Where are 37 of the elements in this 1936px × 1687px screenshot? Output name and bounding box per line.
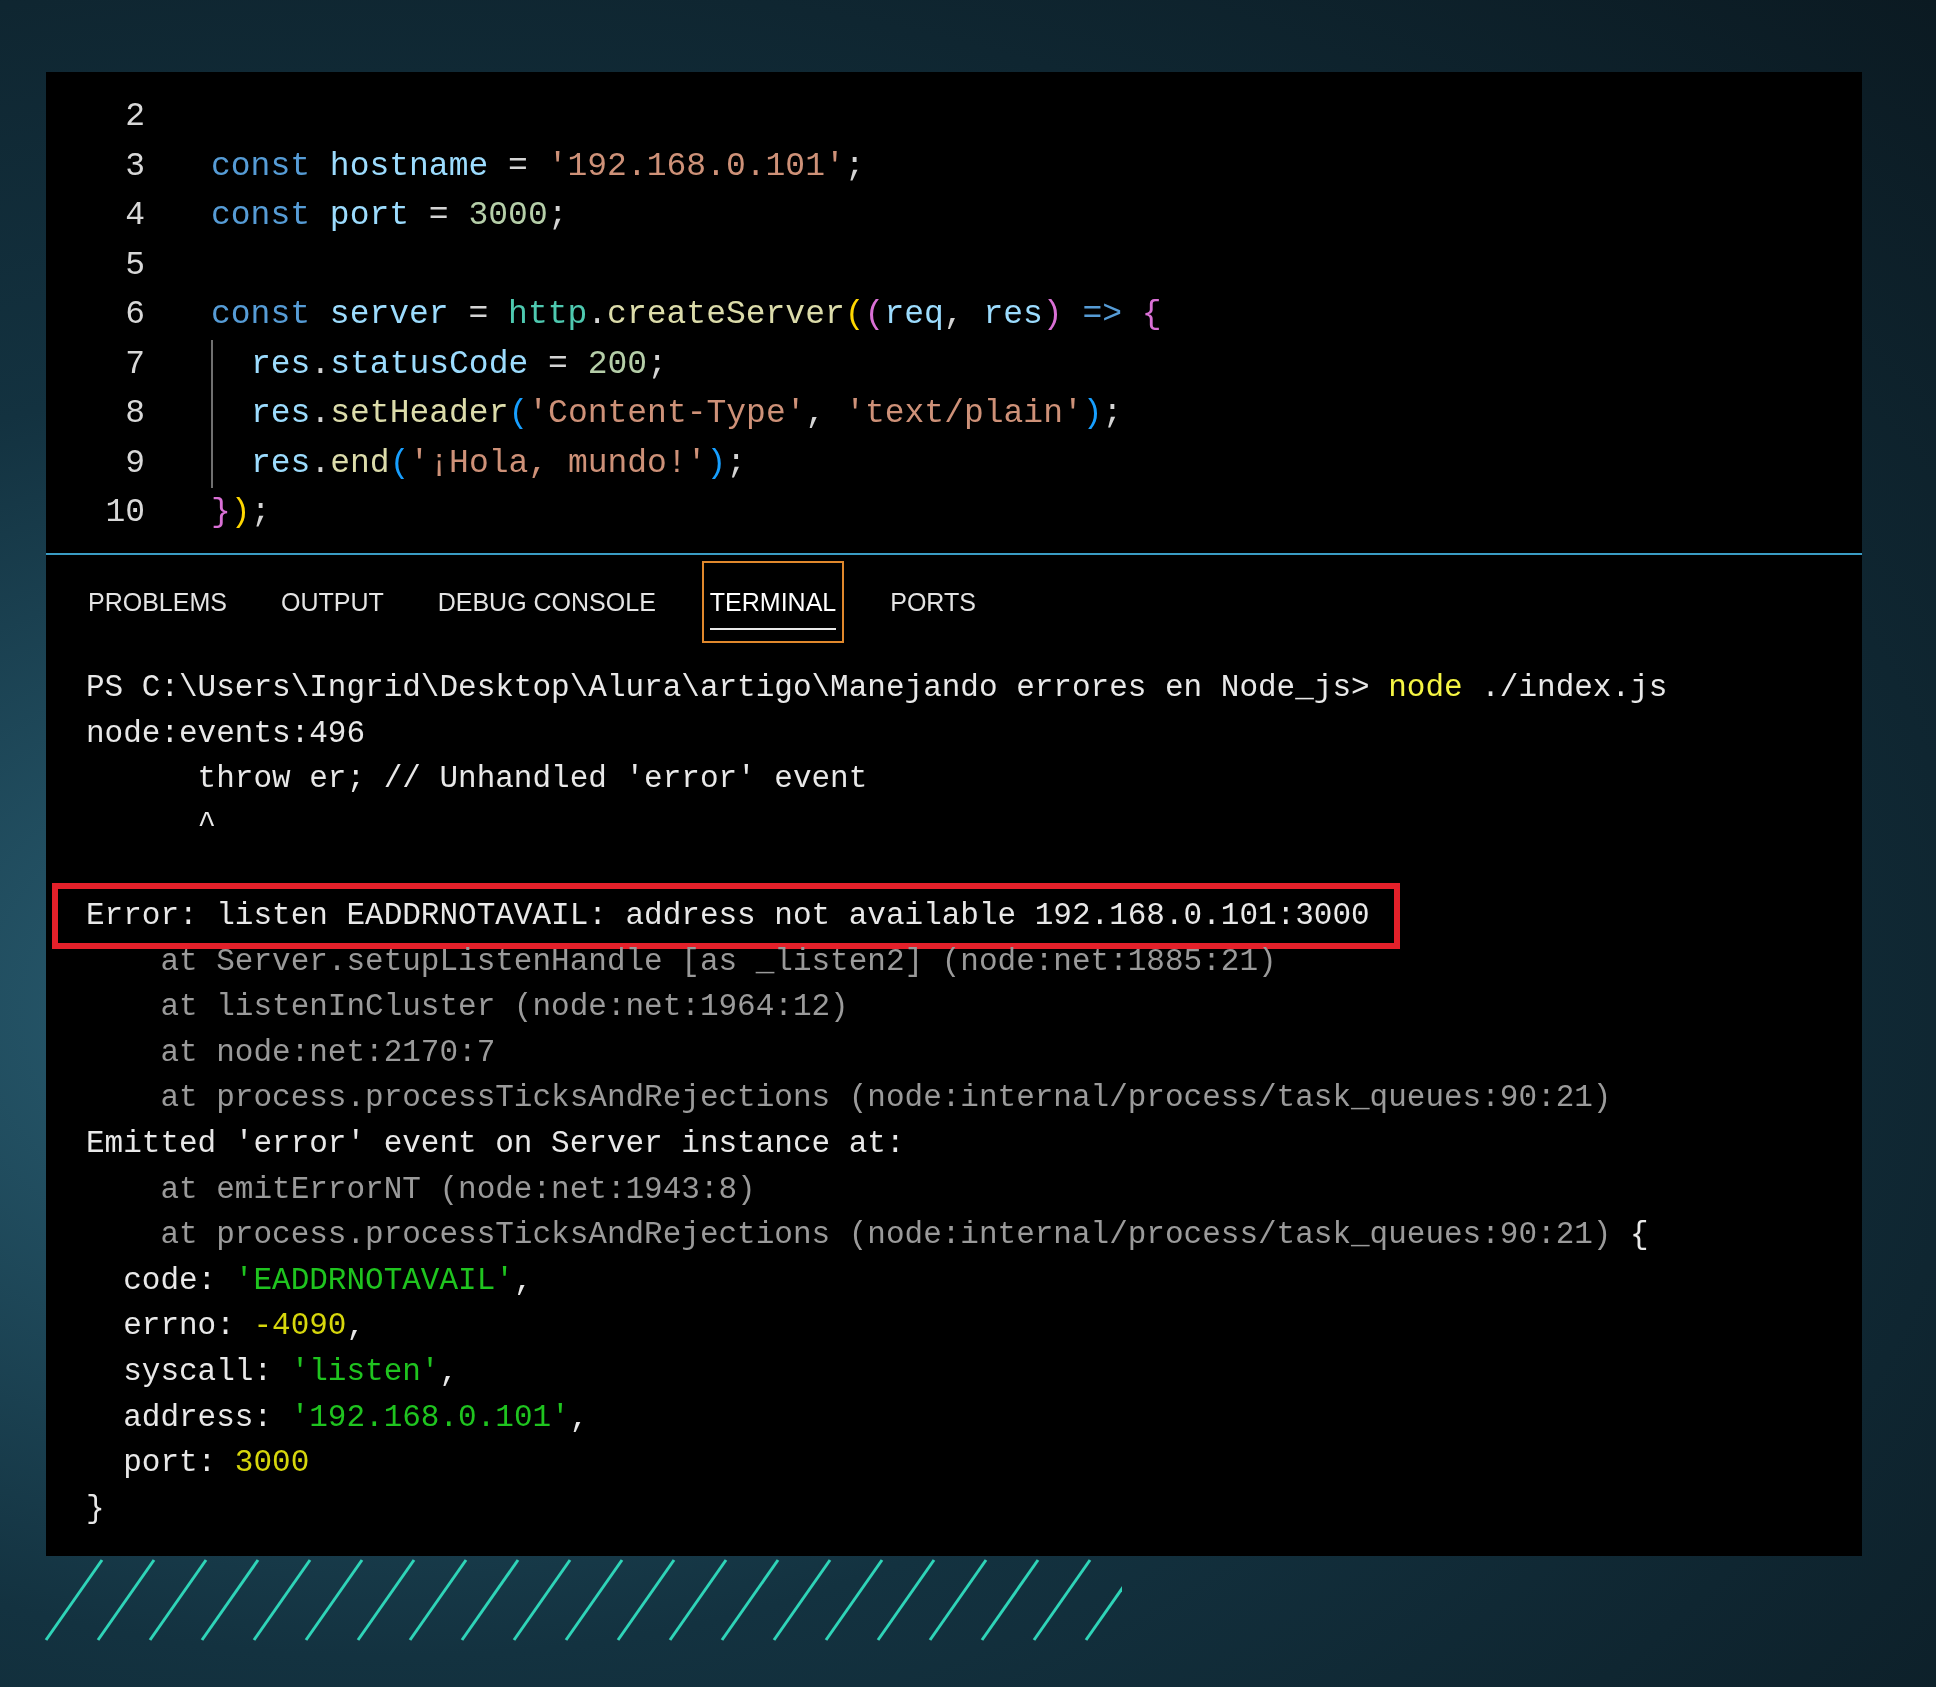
code-line: const server = http.createServer((req, res) => {	[211, 295, 1162, 335]
terminal-line: }	[85, 1489, 106, 1528]
terminal-line: ^	[196, 805, 218, 844]
terminal-line: node:events:496	[85, 714, 367, 753]
line-number: 6	[124, 295, 145, 335]
panel-tab[interactable]: PORTS	[882, 561, 984, 643]
code-line: res.setHeader('Content-Type', 'text/plain');	[251, 394, 1123, 434]
terminal-line: PS C:\Users\Ingrid\Desktop\Alura\artigo\Manejando errores en Node_js> node ./index.js	[85, 669, 1669, 707]
line-number: 2	[124, 97, 145, 137]
panel-tab[interactable]: OUTPUT	[272, 561, 392, 643]
terminal-line: Emitted 'error' event on Server instance at:	[85, 1124, 906, 1163]
code-line: const port = 3000;	[211, 196, 568, 236]
terminal-line: at listenInCluster (node:net:1964:12)	[159, 988, 850, 1027]
terminal-line: errno: -4090,	[122, 1307, 367, 1346]
panel-tab[interactable]: DEBUG CONSOLE	[429, 561, 664, 643]
line-number: 9	[124, 443, 145, 484]
line-number: 4	[124, 196, 145, 236]
terminal-line: throw er; // Unhandled 'error' event	[196, 760, 869, 799]
line-number: 10	[104, 493, 145, 533]
code-line: });	[211, 493, 271, 533]
line-number: 8	[124, 394, 145, 434]
line-number: 5	[124, 245, 145, 286]
terminal-line: at process.processTicksAndRejections (node:internal/process/task_queues:90:21) {	[159, 1216, 1650, 1255]
panel-tab[interactable]: TERMINAL	[701, 561, 845, 643]
terminal-line: address: '192.168.0.101',	[122, 1398, 590, 1437]
line-number: 7	[124, 344, 145, 385]
terminal-line: at emitErrorNT (node:net:1943:8)	[159, 1170, 757, 1209]
terminal-line: at process.processTicksAndRejections (node:internal/process/task_queues:90:21)	[159, 1079, 1613, 1118]
terminal-line: code: 'EADDRNOTAVAIL',	[122, 1261, 534, 1300]
terminal-line: port: 3000	[122, 1444, 311, 1483]
code-line: res.end('¡Hola, mundo!');	[251, 443, 747, 484]
code-line: const hostname = '192.168.0.101';	[211, 146, 865, 187]
line-number: 3	[124, 146, 145, 187]
terminal-line: syscall: 'listen',	[122, 1352, 460, 1391]
terminal-line: at node:net:2170:7	[159, 1033, 497, 1072]
panel-tab[interactable]: PROBLEMS	[80, 561, 235, 643]
code-line: res.statusCode = 200;	[251, 344, 667, 385]
